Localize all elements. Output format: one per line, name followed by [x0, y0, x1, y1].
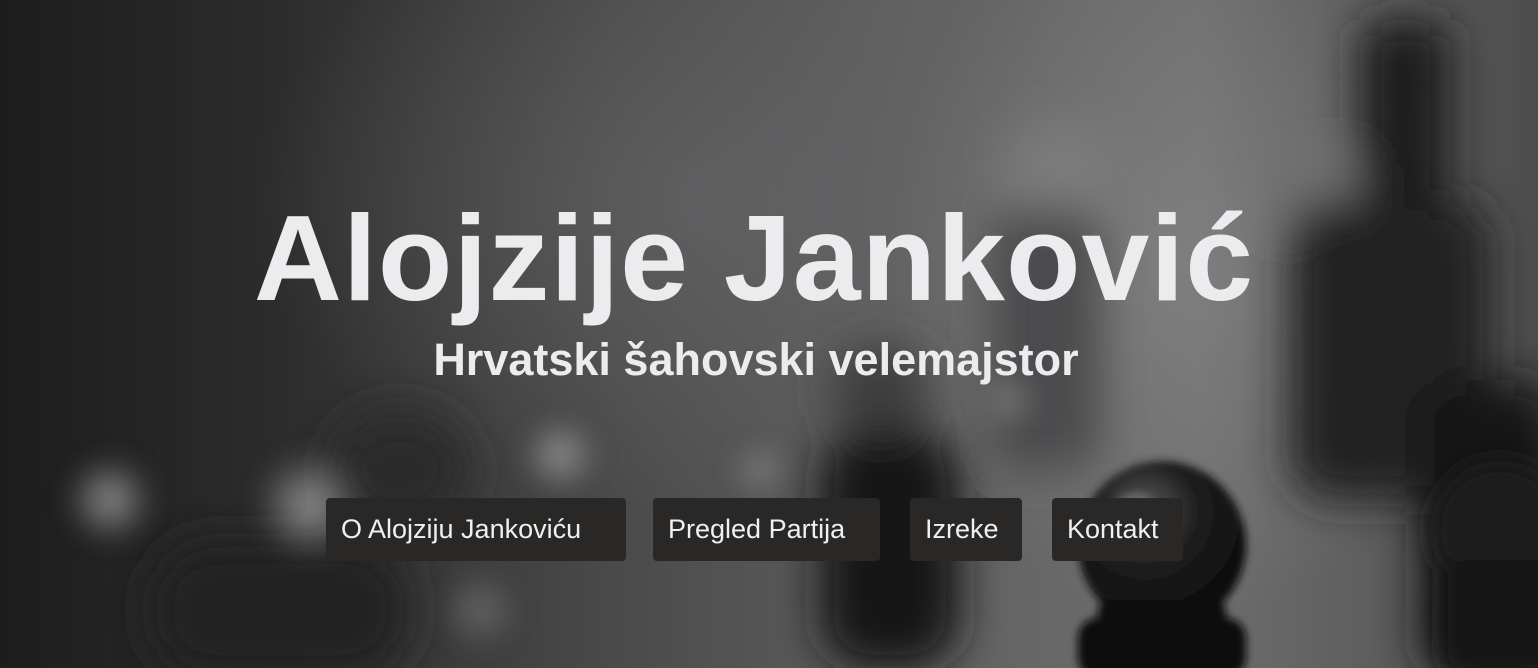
main-nav: O Alojziju Jankoviću Pregled Partija Izr…	[326, 498, 1183, 561]
nav-button-about[interactable]: O Alojziju Jankoviću	[326, 498, 626, 561]
hero-subtitle: Hrvatski šahovski velemajstor	[433, 334, 1079, 385]
nav-button-quotes[interactable]: Izreke	[910, 498, 1022, 561]
nav-button-contact[interactable]: Kontakt	[1052, 498, 1183, 561]
hero-title: Alojzije Janković	[253, 190, 1255, 326]
nav-button-games[interactable]: Pregled Partija	[653, 498, 880, 561]
hero-section: Alojzije Janković Hrvatski šahovski vele…	[0, 0, 1538, 668]
